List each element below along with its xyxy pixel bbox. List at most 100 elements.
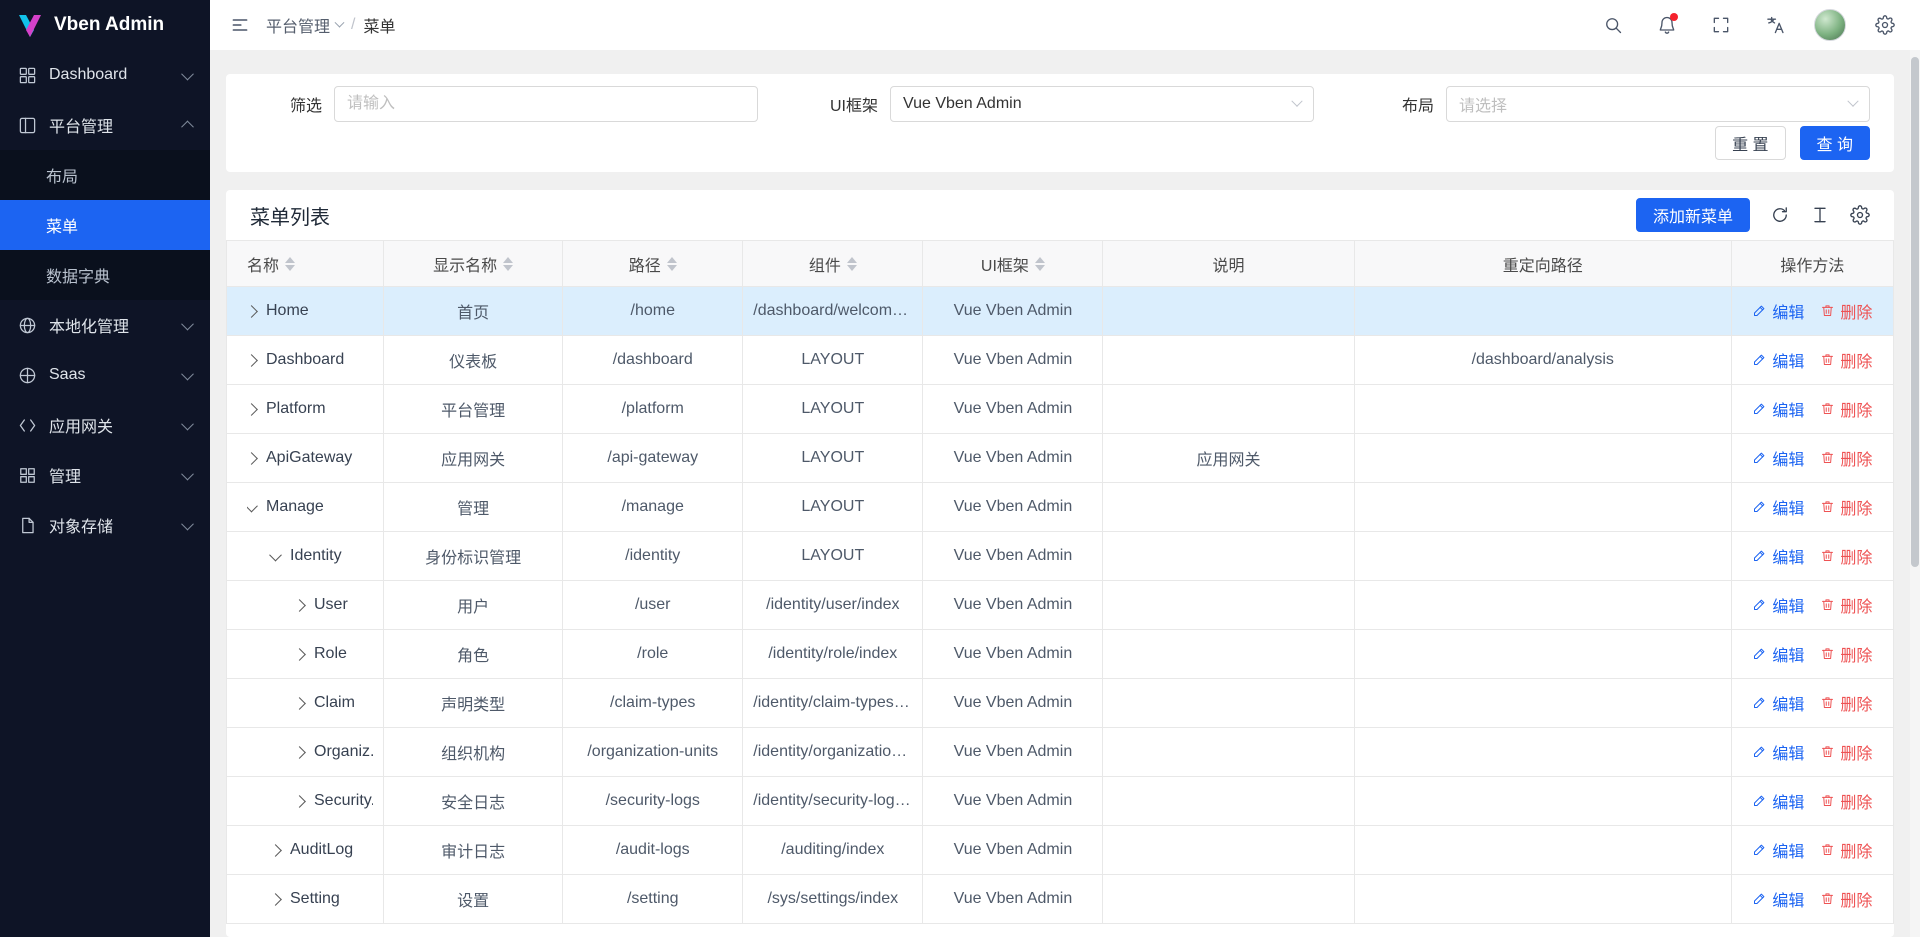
- chevron-right-icon[interactable]: [293, 599, 306, 612]
- cell-name: Platform: [227, 385, 384, 434]
- translate-icon: [1765, 15, 1785, 35]
- vertical-scrollbar[interactable]: [1910, 50, 1920, 937]
- chevron-right-icon[interactable]: [293, 746, 306, 759]
- sidebar-item-object-storage[interactable]: 对象存储: [0, 500, 210, 550]
- bell-icon[interactable]: [1652, 10, 1682, 40]
- column-header-name[interactable]: 名称: [227, 241, 384, 287]
- filter-field-layout: 布局 请选择: [1362, 86, 1870, 122]
- chevron-right-icon[interactable]: [247, 305, 258, 318]
- table-row[interactable]: Identity身份标识管理/identityLAYOUTVue Vben Ad…: [227, 532, 1894, 581]
- edit-button[interactable]: 编辑: [1752, 887, 1804, 911]
- filter-keyword-input[interactable]: [334, 86, 758, 122]
- edit-button[interactable]: 编辑: [1752, 495, 1804, 519]
- table-row[interactable]: ApiGateway应用网关/api-gatewayLAYOUTVue Vben…: [227, 434, 1894, 483]
- edit-button[interactable]: 编辑: [1752, 446, 1804, 470]
- delete-button[interactable]: 删除: [1820, 691, 1872, 715]
- cell-description: [1103, 287, 1354, 336]
- chevron-right-icon[interactable]: [293, 648, 306, 661]
- sidebar-item-management[interactable]: 管理: [0, 450, 210, 500]
- user-avatar[interactable]: [1814, 9, 1846, 41]
- sort-desc-icon: [285, 265, 295, 271]
- row-height-icon[interactable]: [1810, 205, 1830, 225]
- delete-label: 删除: [1840, 544, 1872, 568]
- edit-button[interactable]: 编辑: [1752, 397, 1804, 421]
- refresh-icon[interactable]: [1770, 205, 1790, 225]
- chevron-right-icon[interactable]: [293, 795, 306, 808]
- edit-button[interactable]: 编辑: [1752, 691, 1804, 715]
- table-row[interactable]: AuditLog审计日志/audit-logs/auditing/indexVu…: [227, 826, 1894, 875]
- table-row[interactable]: Security...安全日志/security-logs/identity/s…: [227, 777, 1894, 826]
- cell-path: /setting: [563, 875, 743, 924]
- table-row[interactable]: Home首页/home/dashboard/welcome/in...Vue V…: [227, 287, 1894, 336]
- sidebar-item-platform-management[interactable]: 平台管理: [0, 100, 210, 150]
- chevron-down-icon[interactable]: [269, 548, 282, 561]
- chevron-right-icon[interactable]: [269, 893, 282, 906]
- chevron-down-icon: [335, 17, 345, 27]
- edit-button[interactable]: 编辑: [1752, 299, 1804, 323]
- sidebar-item-layout[interactable]: 布局: [0, 150, 210, 200]
- column-label: 说明: [1213, 258, 1245, 275]
- table-row[interactable]: Role角色/role/identity/role/indexVue Vben …: [227, 630, 1894, 679]
- sidebar-item-saas[interactable]: Saas: [0, 350, 210, 400]
- translate-icon[interactable]: [1760, 10, 1790, 40]
- chevron-right-icon[interactable]: [293, 697, 306, 710]
- ui-framework-select[interactable]: Vue Vben Admin: [890, 86, 1314, 122]
- query-button[interactable]: 查 询: [1800, 126, 1870, 160]
- sidebar-item-app-gateway[interactable]: 应用网关: [0, 400, 210, 450]
- delete-button[interactable]: 删除: [1820, 299, 1872, 323]
- delete-button[interactable]: 删除: [1820, 740, 1872, 764]
- chevron-right-icon[interactable]: [269, 844, 282, 857]
- cell-framework: Vue Vben Admin: [923, 287, 1103, 336]
- table-row[interactable]: Organiz...组织机构/organization-units/identi…: [227, 728, 1894, 777]
- reset-button[interactable]: 重 置: [1715, 126, 1785, 160]
- settings-icon[interactable]: [1850, 205, 1870, 225]
- table-row[interactable]: User用户/user/identity/user/indexVue Vben …: [227, 581, 1894, 630]
- table-row[interactable]: Manage管理/manageLAYOUTVue Vben Admin编辑删除: [227, 483, 1894, 532]
- edit-button[interactable]: 编辑: [1752, 544, 1804, 568]
- search-icon[interactable]: [1598, 10, 1628, 40]
- chevron-down-icon[interactable]: [247, 499, 258, 512]
- sidebar-item-localization-management[interactable]: 本地化管理: [0, 300, 210, 350]
- app-logo[interactable]: Vben Admin: [0, 0, 210, 50]
- table-row[interactable]: Dashboard仪表板/dashboardLAYOUTVue Vben Adm…: [227, 336, 1894, 385]
- column-header-path[interactable]: 路径: [563, 241, 743, 287]
- edit-button[interactable]: 编辑: [1752, 348, 1804, 372]
- delete-button[interactable]: 删除: [1820, 887, 1872, 911]
- chevron-right-icon[interactable]: [247, 354, 258, 367]
- scrollbar-thumb[interactable]: [1911, 57, 1919, 567]
- delete-label: 删除: [1840, 887, 1872, 911]
- layout-select[interactable]: 请选择: [1446, 86, 1870, 122]
- sidebar-item-dashboard[interactable]: Dashboard: [0, 50, 210, 100]
- edit-button[interactable]: 编辑: [1752, 593, 1804, 617]
- column-header-display-name[interactable]: 显示名称: [384, 241, 563, 287]
- delete-button[interactable]: 删除: [1820, 642, 1872, 666]
- delete-button[interactable]: 删除: [1820, 838, 1872, 862]
- table-row[interactable]: Setting设置/setting/sys/settings/indexVue …: [227, 875, 1894, 924]
- settings-icon[interactable]: [1870, 10, 1900, 40]
- sidebar-item-data-dictionary[interactable]: 数据字典: [0, 250, 210, 300]
- delete-button[interactable]: 删除: [1820, 789, 1872, 813]
- sidebar-item-menu[interactable]: 菜单: [0, 200, 210, 250]
- column-header-framework[interactable]: UI框架: [923, 241, 1103, 287]
- edit-button[interactable]: 编辑: [1752, 642, 1804, 666]
- breadcrumb-parent[interactable]: 平台管理: [266, 13, 343, 37]
- fullscreen-icon[interactable]: [1706, 10, 1736, 40]
- table-row[interactable]: Claim声明类型/claim-types/identity/claim-typ…: [227, 679, 1894, 728]
- delete-button[interactable]: 删除: [1820, 544, 1872, 568]
- delete-button[interactable]: 删除: [1820, 348, 1872, 372]
- edit-button[interactable]: 编辑: [1752, 740, 1804, 764]
- column-header-component[interactable]: 组件: [743, 241, 923, 287]
- edit-button[interactable]: 编辑: [1752, 838, 1804, 862]
- table-row[interactable]: Platform平台管理/platformLAYOUTVue Vben Admi…: [227, 385, 1894, 434]
- menu-collapse-icon[interactable]: [230, 15, 250, 35]
- delete-button[interactable]: 删除: [1820, 446, 1872, 470]
- add-menu-button[interactable]: 添加新菜单: [1636, 198, 1750, 232]
- chevron-right-icon[interactable]: [247, 452, 258, 465]
- delete-button[interactable]: 删除: [1820, 495, 1872, 519]
- delete-button[interactable]: 删除: [1820, 593, 1872, 617]
- chevron-right-icon[interactable]: [247, 403, 258, 416]
- delete-button[interactable]: 删除: [1820, 397, 1872, 421]
- cell-actions: 编辑删除: [1731, 826, 1893, 875]
- edit-button[interactable]: 编辑: [1752, 789, 1804, 813]
- column-label: 重定向路径: [1503, 258, 1583, 275]
